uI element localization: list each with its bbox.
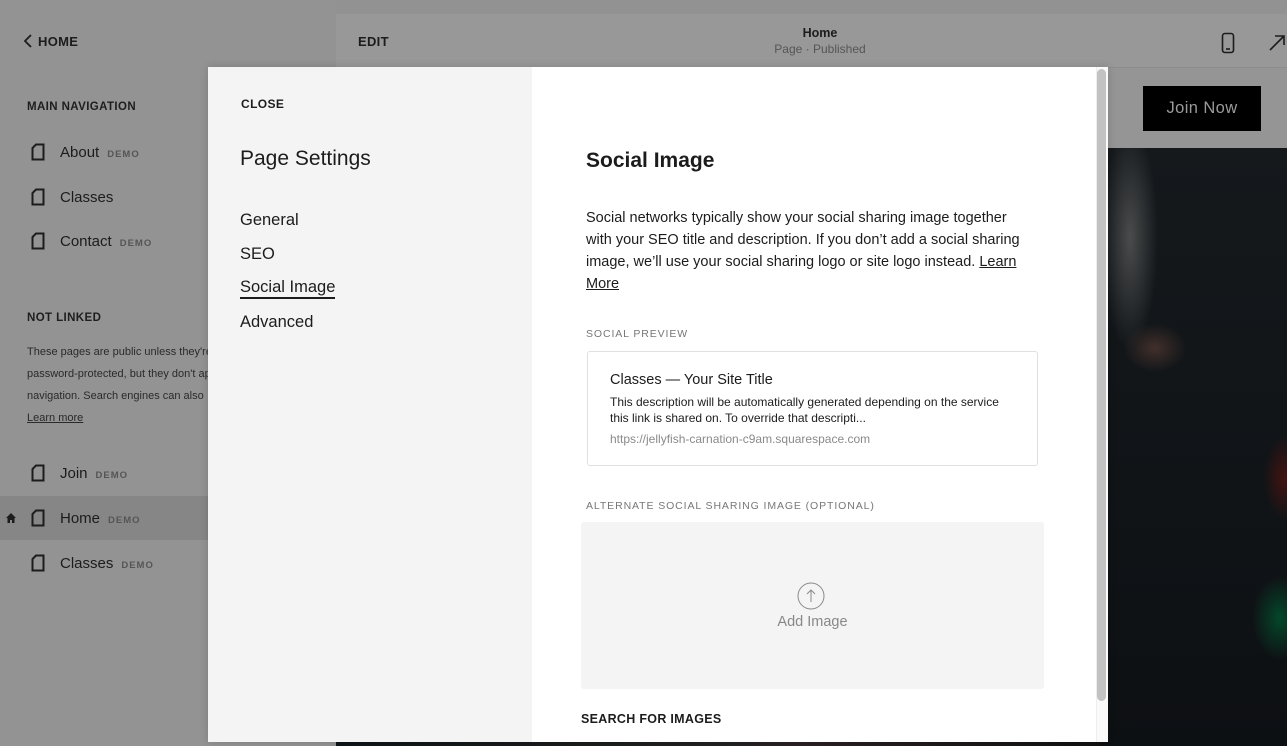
open-external-icon[interactable] — [1268, 34, 1286, 52]
settings-nav: CLOSE Page Settings General SEO Social I… — [208, 67, 532, 742]
desc-line: password-protected, but they don't appea… — [27, 368, 217, 380]
edit-toolbar: EDIT Home Page · Published — [336, 14, 1287, 68]
demo-badge: DEMO — [108, 514, 141, 526]
home-icon — [6, 513, 16, 523]
site-hero-image — [1100, 148, 1287, 746]
social-image-panel: Social Image Social networks typically s… — [532, 67, 1098, 742]
search-images-heading: SEARCH FOR IMAGES — [581, 712, 722, 726]
tab-general[interactable]: General — [240, 209, 299, 231]
nav-item-label: About — [60, 143, 100, 161]
page-icon — [31, 464, 45, 482]
back-home-link[interactable]: HOME — [22, 33, 78, 49]
not-linked-heading: NOT LINKED — [27, 312, 102, 324]
upload-icon — [797, 582, 825, 610]
tab-seo[interactable]: SEO — [240, 243, 275, 265]
tab-social-image[interactable]: Social Image — [240, 277, 336, 299]
preview-url: https://jellyfish-carnation-c9am.squares… — [610, 432, 871, 446]
add-image-label: Add Image — [777, 614, 848, 630]
nav-item-label: Classes — [60, 554, 114, 572]
back-home-label: HOME — [38, 33, 79, 49]
page-icon — [31, 143, 45, 161]
chevron-left-icon — [23, 34, 32, 48]
description-text: Social networks typically show your soci… — [586, 210, 1020, 270]
demo-badge: DEMO — [119, 237, 153, 249]
nav-item-label: Home — [60, 509, 101, 527]
mobile-preview-icon[interactable] — [1221, 32, 1235, 54]
site-preview-strip — [336, 742, 1100, 746]
add-image-dropzone[interactable]: Add Image — [581, 522, 1044, 689]
page-status: Page · Published — [774, 42, 866, 56]
page-icon — [31, 554, 45, 572]
page-icon — [31, 188, 45, 206]
social-preview-label: SOCIAL PREVIEW — [586, 328, 689, 340]
nav-item-label: Join — [60, 464, 88, 482]
app-root: HOME MAIN NAVIGATION About DEMO Classes … — [0, 0, 1287, 746]
settings-title: Page Settings — [240, 147, 371, 170]
demo-badge: DEMO — [107, 148, 140, 160]
page-icon — [31, 509, 45, 527]
learn-more-link[interactable]: Learn more — [27, 408, 83, 428]
demo-badge: DEMO — [121, 559, 154, 571]
page-icon — [31, 232, 45, 250]
section-description: Social networks typically show your soci… — [586, 207, 1036, 295]
desc-line: navigation. Search engines can also — [27, 390, 204, 402]
demo-badge: DEMO — [95, 469, 129, 481]
not-linked-description: These pages are public unless they're pa… — [27, 341, 217, 407]
nav-item-label: Classes — [60, 188, 114, 206]
main-navigation-heading: MAIN NAVIGATION — [27, 101, 137, 113]
social-preview-card: Classes — Your Site Title This descripti… — [587, 351, 1038, 466]
modal-scrollbar-thumb[interactable] — [1097, 69, 1106, 701]
join-now-button[interactable]: Join Now — [1143, 86, 1261, 131]
preview-title: Classes — Your Site Title — [610, 372, 773, 388]
nav-item-label: Contact — [60, 232, 112, 250]
close-button[interactable]: CLOSE — [241, 97, 284, 111]
alt-image-label: ALTERNATE SOCIAL SHARING IMAGE (OPTIONAL… — [586, 500, 875, 512]
preview-description: This description will be automatically g… — [610, 395, 999, 425]
section-title: Social Image — [586, 149, 715, 172]
tab-advanced[interactable]: Advanced — [240, 311, 313, 333]
page-settings-modal: CLOSE Page Settings General SEO Social I… — [208, 67, 1108, 742]
current-page-title: Home — [802, 26, 838, 40]
desc-line: These pages are public unless they're — [27, 346, 212, 358]
